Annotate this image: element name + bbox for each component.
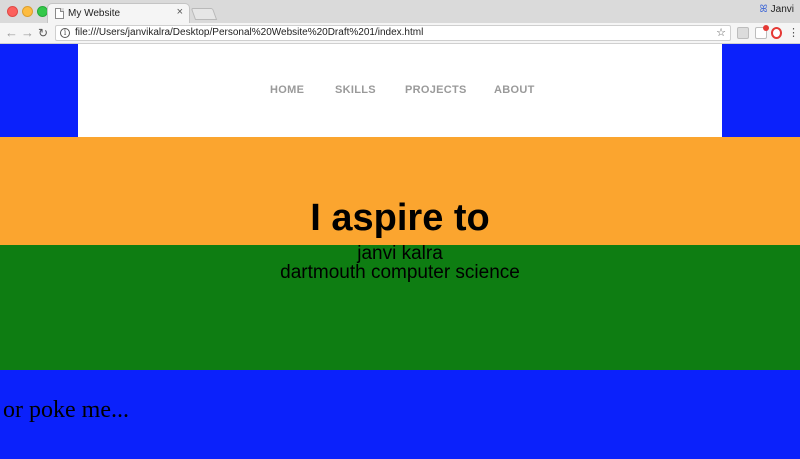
- page-icon: [55, 8, 64, 19]
- forward-arrow-icon[interactable]: →: [21, 26, 34, 40]
- top-band: HOME SKILLS PROJECTS ABOUT: [0, 44, 800, 137]
- browser-tab[interactable]: My Website ×: [47, 3, 190, 24]
- nav-link-skills[interactable]: SKILLS: [335, 84, 376, 96]
- profile-icon: ꕤ: [759, 4, 768, 15]
- tab-title: My Website: [68, 8, 121, 19]
- poke-me-link[interactable]: or poke me...: [3, 396, 129, 424]
- page-viewport: HOME SKILLS PROJECTS ABOUT I aspire to j…: [0, 44, 800, 459]
- site-header: HOME SKILLS PROJECTS ABOUT: [78, 44, 722, 137]
- browser-toolbar: ← → ↻ i file:///Users/janvikalra/Desktop…: [0, 23, 800, 44]
- reload-icon[interactable]: ↻: [38, 26, 48, 40]
- hero-name: janvi kalra: [357, 243, 443, 264]
- site-nav: HOME SKILLS PROJECTS ABOUT: [78, 84, 722, 98]
- nav-link-about[interactable]: ABOUT: [494, 84, 535, 96]
- url-text[interactable]: file:///Users/janvikalra/Desktop/Persona…: [75, 27, 423, 38]
- extension-icon[interactable]: [737, 27, 749, 39]
- profile-name: Janvi: [770, 4, 794, 15]
- browser-menu-icon[interactable]: ⋮: [788, 27, 799, 39]
- extension-badge-icon[interactable]: [755, 25, 769, 39]
- address-bar[interactable]: i file:///Users/janvikalra/Desktop/Perso…: [55, 25, 731, 41]
- new-tab-button[interactable]: [190, 8, 218, 20]
- nav-link-projects[interactable]: PROJECTS: [405, 84, 467, 96]
- window-minimize-button[interactable]: [22, 6, 33, 17]
- tab-strip: My Website × ꕤ Janvi: [0, 0, 800, 24]
- hero-title: I aspire to: [310, 197, 490, 239]
- window-close-button[interactable]: [7, 6, 18, 17]
- hero-subtitle: dartmouth computer science: [280, 262, 520, 283]
- back-arrow-icon[interactable]: ←: [5, 26, 18, 40]
- info-icon[interactable]: i: [60, 28, 70, 38]
- nav-link-home[interactable]: HOME: [270, 84, 304, 96]
- opera-extension-icon[interactable]: [771, 27, 782, 39]
- bookmark-star-icon[interactable]: ☆: [716, 26, 726, 39]
- profile-button[interactable]: ꕤ Janvi: [759, 4, 794, 15]
- tab-close-icon[interactable]: ×: [177, 6, 183, 18]
